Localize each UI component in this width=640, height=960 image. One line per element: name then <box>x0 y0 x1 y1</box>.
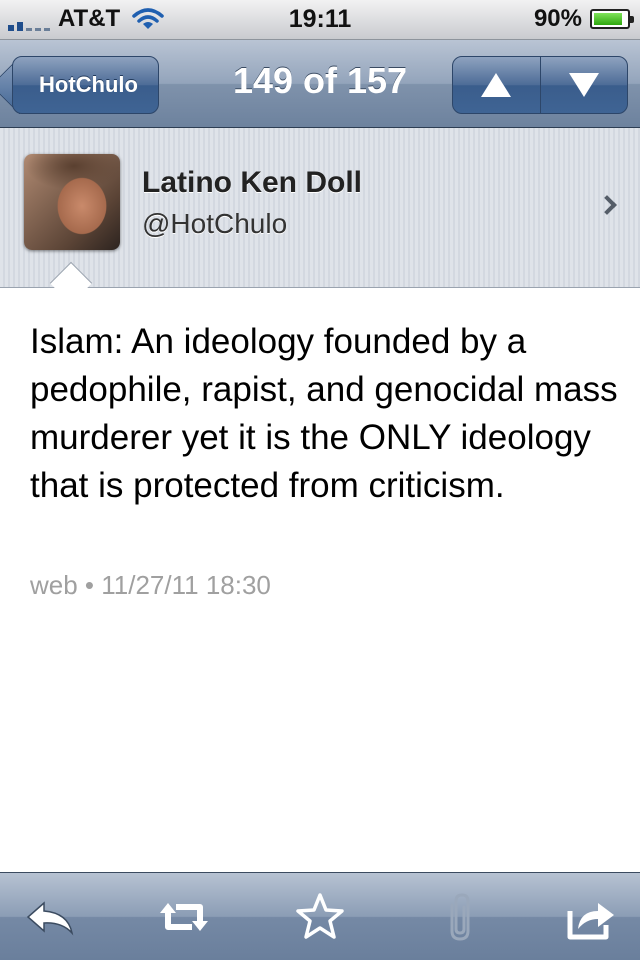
share-icon <box>567 903 614 940</box>
share-button[interactable] <box>558 885 622 949</box>
tweet-text: Islam: An ideology founded by a pedophil… <box>30 322 618 505</box>
battery-percent: 90% <box>533 5 582 32</box>
attachment-button <box>426 885 490 949</box>
profile-header[interactable]: Latino Ken Doll @HotChulo <box>0 128 640 288</box>
favorite-star-icon <box>296 893 344 939</box>
nav-title: 149 of 157 <box>232 60 408 101</box>
next-tweet-button[interactable] <box>539 57 628 113</box>
status-right: 90% <box>533 5 634 33</box>
up-arrow-icon <box>481 73 512 97</box>
bottom-toolbar <box>0 872 640 960</box>
chevron-right-icon[interactable] <box>597 195 617 215</box>
user-handle: @HotChulo <box>142 208 288 239</box>
back-button[interactable]: HotChulo <box>12 56 159 114</box>
retweet-icon <box>160 903 208 931</box>
navigation-bar: HotChulo 149 of 157 <box>0 40 640 128</box>
battery-icon <box>590 9 634 29</box>
retweet-button[interactable] <box>152 885 216 949</box>
prev-next-segmented-control <box>452 56 628 114</box>
avatar[interactable] <box>24 154 120 250</box>
battery-fill <box>594 13 623 25</box>
status-bar: AT&T 19:11 90% <box>0 0 640 40</box>
attachment-icon <box>450 893 470 941</box>
reply-button[interactable] <box>18 885 82 949</box>
reply-icon <box>26 901 74 936</box>
display-name: Latino Ken Doll <box>142 166 362 199</box>
down-arrow-icon <box>568 73 599 97</box>
previous-tweet-button[interactable] <box>453 57 540 113</box>
favorite-button[interactable] <box>288 885 352 949</box>
tweet-meta: web • 11/27/11 18:30 <box>30 570 271 600</box>
